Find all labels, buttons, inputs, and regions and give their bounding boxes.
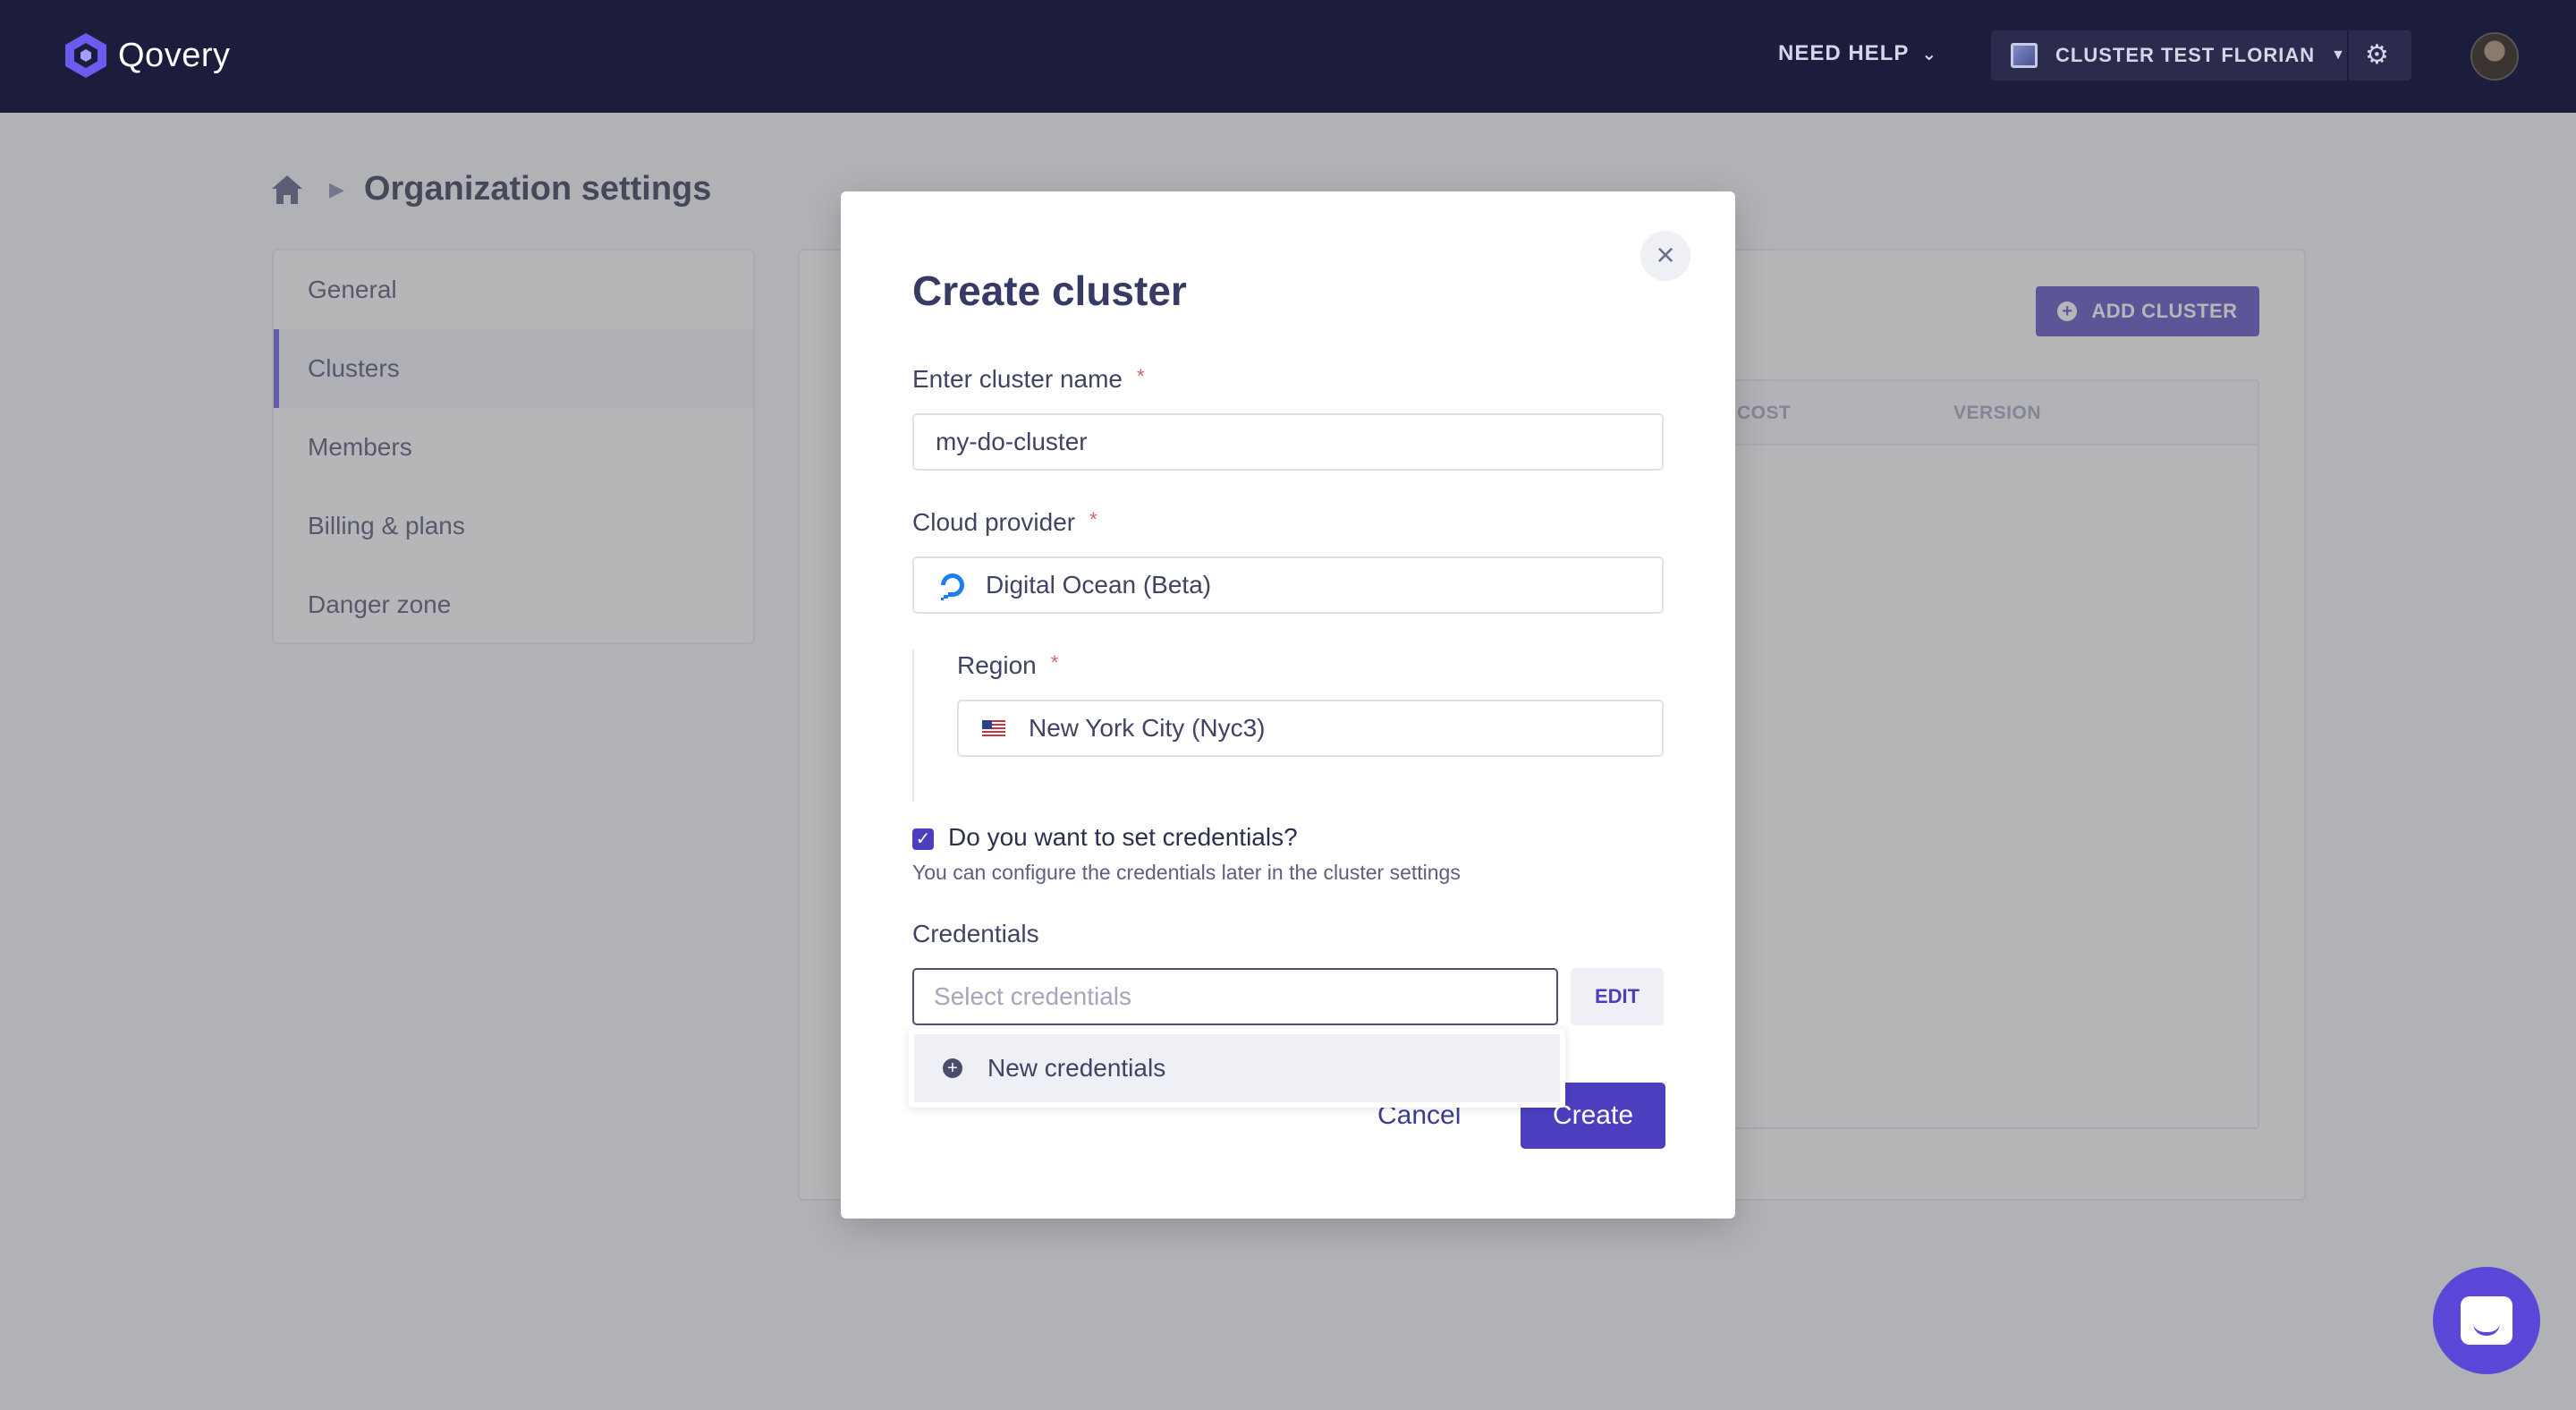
cloud-provider-label: Cloud provider * (912, 508, 1097, 537)
cluster-name-input[interactable]: my-do-cluster (912, 413, 1664, 471)
create-cluster-modal: × Create cluster Enter cluster name * my-… (841, 191, 1735, 1219)
dropdown-option-new-credentials[interactable]: + New credentials (914, 1034, 1560, 1102)
cloud-provider-select[interactable]: Digital Ocean (Beta) (912, 556, 1664, 614)
chat-launcher-button[interactable] (2433, 1267, 2540, 1374)
credentials-select[interactable]: Select credentials (912, 968, 1558, 1025)
check-icon: ✓ (915, 829, 931, 849)
chevron-down-icon: ⌄ (1921, 44, 1938, 64)
qovery-logo[interactable]: Qovery (61, 30, 230, 81)
gear-icon[interactable]: ⚙ (2365, 39, 2389, 71)
cluster-selector-label: CLUSTER TEST FLORIAN (2055, 44, 2316, 66)
region-value: New York City (Nyc3) (1029, 714, 1266, 742)
credentials-label: Credentials (912, 920, 1039, 947)
cloud-provider-label-text: Cloud provider (912, 508, 1076, 536)
avatar[interactable] (2470, 32, 2519, 81)
region-indent-line (912, 650, 914, 802)
top-bar: Qovery NEED HELP ⌄ CLUSTER TEST FLORIAN … (0, 0, 2576, 113)
logo-text: Qovery (118, 36, 231, 74)
required-marker: * (1137, 365, 1145, 387)
plus-circle-icon: + (943, 1058, 962, 1078)
need-help-menu[interactable]: NEED HELP ⌄ (1778, 41, 1937, 66)
credentials-help-text: You can configure the credentials later … (912, 861, 1461, 884)
credentials-dropdown: + New credentials (909, 1029, 1565, 1108)
close-icon[interactable]: × (1640, 231, 1690, 281)
dropdown-option-label: New credentials (987, 1054, 1166, 1082)
required-marker: * (1050, 651, 1059, 674)
us-flag-icon (982, 720, 1005, 736)
caret-down-icon: ▼ (2331, 47, 2345, 63)
divider (2347, 30, 2349, 81)
region-select[interactable]: New York City (Nyc3) (957, 700, 1664, 757)
region-label: Region * (957, 651, 1058, 680)
credentials-placeholder: Select credentials (934, 982, 1132, 1010)
cloud-provider-value: Digital Ocean (Beta) (986, 571, 1212, 599)
need-help-label: NEED HELP (1778, 41, 1910, 65)
cluster-name-label: Enter cluster name * (912, 365, 1145, 394)
cluster-selector[interactable]: CLUSTER TEST FLORIAN ▼ ⚙ (1991, 30, 2411, 81)
region-label-text: Region (957, 651, 1037, 679)
credentials-checkbox-label[interactable]: Do you want to set credentials? (948, 823, 1298, 852)
qovery-logo-icon (65, 33, 106, 78)
cluster-icon (2011, 43, 2038, 68)
modal-title: Create cluster (912, 268, 1187, 314)
required-marker: * (1089, 508, 1097, 531)
edit-credentials-button[interactable]: EDIT (1571, 968, 1664, 1025)
cluster-name-label-text: Enter cluster name (912, 365, 1123, 393)
cluster-name-value: my-do-cluster (936, 428, 1088, 455)
credentials-checkbox[interactable]: ✓ (912, 828, 934, 850)
chat-icon (2461, 1296, 2512, 1345)
digital-ocean-icon (941, 573, 964, 600)
